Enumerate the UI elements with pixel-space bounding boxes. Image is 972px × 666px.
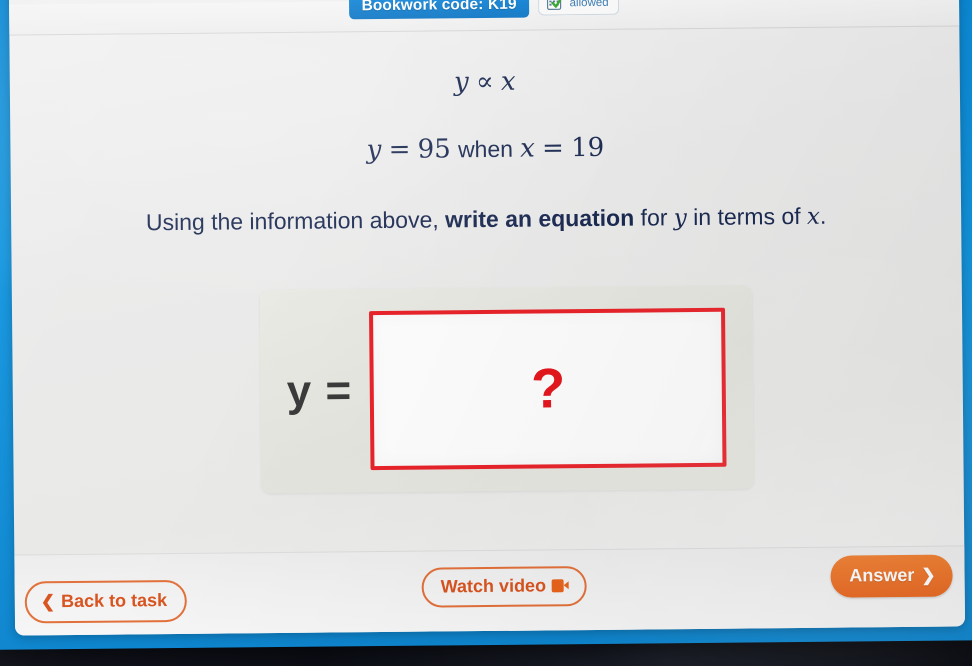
prompt-part-2: for xyxy=(634,204,674,231)
question-content: y ∝ x y = 95 when x = 19 Using the infor… xyxy=(9,25,964,554)
prompt-part-4: . xyxy=(819,202,827,229)
chevron-left-icon: ❮ xyxy=(40,592,56,612)
bookwork-code-badge: Bookwork code: K19 xyxy=(349,0,529,20)
proportional-to-symbol: ∝ xyxy=(475,66,494,98)
prompt-part-1: Using the information above, xyxy=(145,206,446,236)
given-y-label: y xyxy=(366,135,382,166)
given-connector: when xyxy=(457,135,514,163)
back-to-task-label: Back to task xyxy=(60,590,168,612)
watch-video-label: Watch video xyxy=(440,575,547,597)
prompt-part-3: in terms of xyxy=(686,202,808,231)
watch-video-button[interactable]: Watch video xyxy=(421,566,588,608)
proportionality-statement: y ∝ x xyxy=(10,61,960,101)
relation-lhs: y xyxy=(453,67,469,98)
given-equals-2: = xyxy=(541,133,565,164)
back-to-task-button[interactable]: ❮ Back to task xyxy=(24,579,188,624)
answer-input-box[interactable]: ? xyxy=(369,307,727,471)
calculator-check-icon xyxy=(546,0,565,11)
answer-button[interactable]: Answer ❯ xyxy=(830,554,953,598)
video-camera-icon xyxy=(552,579,569,592)
given-y-value: 95 xyxy=(417,134,451,165)
calculator-allowed-badge: allowed xyxy=(537,0,619,16)
given-values-statement: y = 95 when x = 19 xyxy=(10,128,960,168)
given-x-label: x xyxy=(520,133,536,164)
prompt-var-x: x xyxy=(806,203,821,230)
question-mark-placeholder: ? xyxy=(530,355,566,420)
prompt-bold-instruction: write an equation xyxy=(444,204,635,233)
relation-rhs: x xyxy=(500,66,516,97)
given-equals-1: = xyxy=(388,134,411,165)
answer-card: y = ? xyxy=(259,285,754,494)
app-screen: Bookwork code: K19 allowed y ∝ x y = 95 … xyxy=(8,0,966,636)
question-prompt: Using the information above, write an eq… xyxy=(11,201,961,237)
chevron-right-icon: ❯ xyxy=(921,565,936,585)
y-equals-label: y = xyxy=(286,365,353,416)
photo-of-screen: Bookwork code: K19 allowed y ∝ x y = 95 … xyxy=(0,0,972,666)
calculator-allowed-label: allowed xyxy=(569,0,609,10)
footer-toolbar: ❮ Back to task Watch video Answer ❯ xyxy=(14,545,966,636)
answer-button-label: Answer xyxy=(849,564,915,586)
prompt-var-y: y xyxy=(673,205,687,232)
given-x-value: 19 xyxy=(570,132,605,164)
